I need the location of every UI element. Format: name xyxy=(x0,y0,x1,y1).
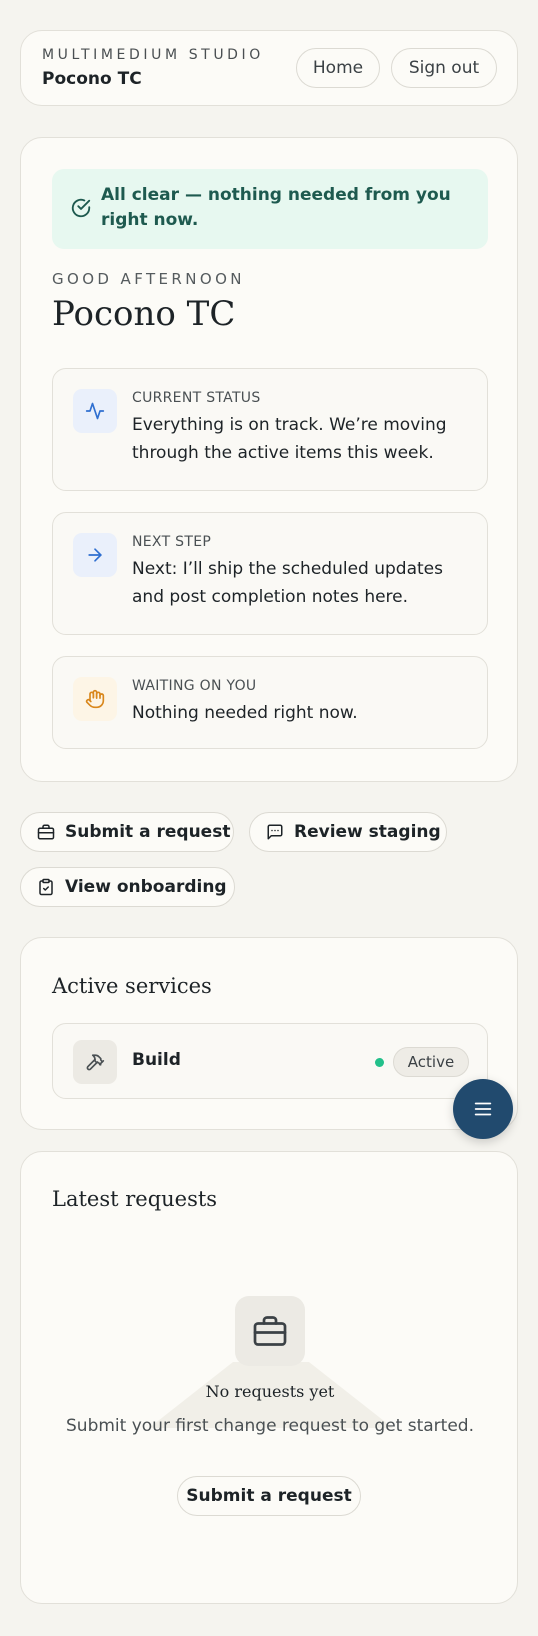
hand-icon xyxy=(73,677,117,721)
menu-fab-button[interactable] xyxy=(453,1079,513,1139)
sign-out-button[interactable]: Sign out xyxy=(391,48,497,88)
active-services-card: Active services Build Active xyxy=(20,937,518,1130)
next-step-card: NEXT STEP Next: I’ll ship the scheduled … xyxy=(52,512,488,635)
service-row[interactable]: Build Active xyxy=(52,1023,488,1099)
empty-state-title: No requests yet xyxy=(205,1382,335,1401)
message-icon xyxy=(267,824,283,840)
submit-request-label: Submit a request xyxy=(65,822,231,842)
greeting-title: Pocono TC xyxy=(52,294,236,334)
waiting-on-you-label: WAITING ON YOU xyxy=(132,678,257,694)
briefcase-icon xyxy=(37,824,55,840)
current-status-text: Everything is on track. We’re moving thr… xyxy=(132,415,447,463)
greeting-eyebrow: GOOD AFTERNOON xyxy=(52,270,245,288)
next-step-label: NEXT STEP xyxy=(132,534,212,550)
status-dot xyxy=(375,1058,384,1067)
latest-requests-title: Latest requests xyxy=(52,1187,218,1211)
next-step-text: Next: I’ll ship the scheduled updates an… xyxy=(132,559,443,607)
site-header: MULTIMEDIUM STUDIO Pocono TC Home Sign o… xyxy=(20,30,518,106)
active-services-title: Active services xyxy=(52,974,212,998)
arrow-right-icon xyxy=(73,533,117,577)
clipboard-check-icon xyxy=(39,878,53,896)
overview-card: All clear — nothing needed from you righ… xyxy=(20,137,518,782)
activity-icon xyxy=(73,389,117,433)
waiting-on-you-text: Nothing needed right now. xyxy=(132,703,358,723)
review-staging-button[interactable]: Review staging xyxy=(249,812,447,852)
current-status-label: CURRENT STATUS xyxy=(132,390,261,406)
alert-text: All clear — nothing needed from you righ… xyxy=(101,185,451,230)
home-button[interactable]: Home xyxy=(296,48,380,88)
empty-state-subtitle: Submit your first change request to get … xyxy=(66,1416,474,1436)
review-staging-label: Review staging xyxy=(294,822,441,842)
view-onboarding-button[interactable]: View onboarding xyxy=(20,867,235,907)
current-status-card: CURRENT STATUS Everything is on track. W… xyxy=(52,368,488,491)
service-name: Build xyxy=(132,1050,181,1070)
view-onboarding-label: View onboarding xyxy=(65,877,227,897)
client-name: Pocono TC xyxy=(42,69,142,89)
empty-state-submit-button[interactable]: Submit a request xyxy=(177,1476,361,1516)
briefcase-icon xyxy=(235,1296,305,1366)
check-circle-icon xyxy=(71,198,91,218)
status-badge: Active xyxy=(393,1047,469,1077)
studio-name: MULTIMEDIUM STUDIO xyxy=(42,47,264,63)
menu-icon xyxy=(474,1102,492,1116)
latest-requests-card: Latest requests No requests yet Submit y… xyxy=(20,1151,518,1604)
waiting-on-you-card: WAITING ON YOU Nothing needed right now. xyxy=(52,656,488,749)
hammer-icon xyxy=(73,1040,117,1084)
submit-request-button[interactable]: Submit a request xyxy=(20,812,234,852)
all-clear-alert: All clear — nothing needed from you righ… xyxy=(52,169,488,249)
